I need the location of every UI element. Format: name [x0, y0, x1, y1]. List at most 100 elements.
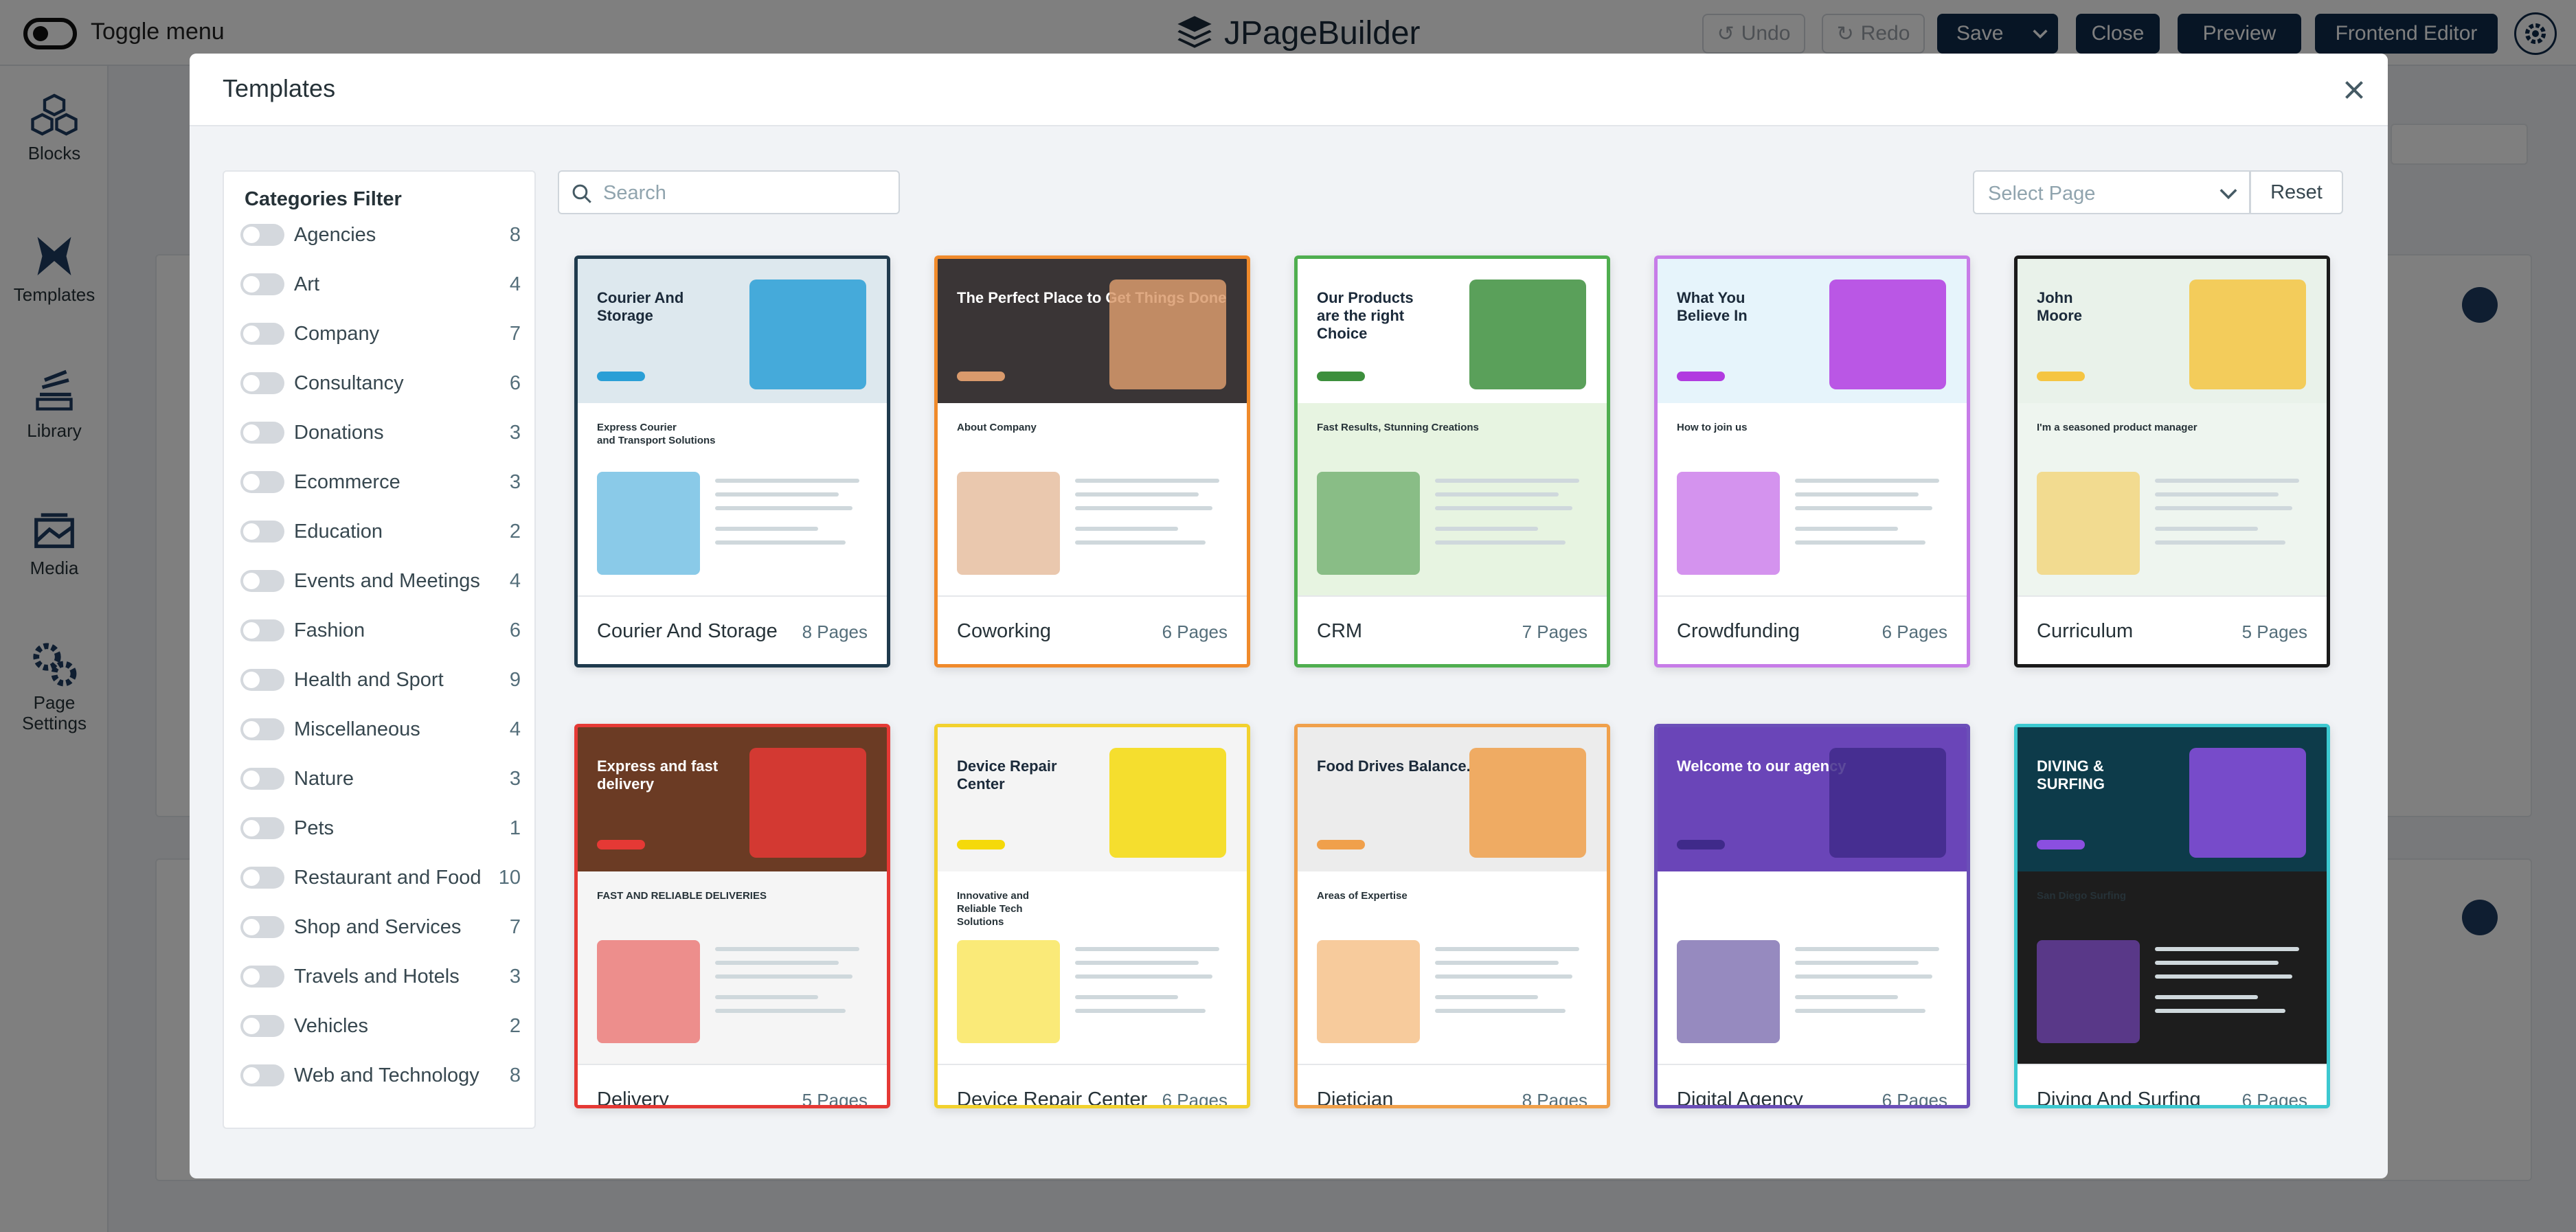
search-box[interactable]: [558, 170, 900, 214]
category-row[interactable]: Donations 3: [240, 418, 521, 448]
template-footer[interactable]: Curriculum 5 Pages: [2018, 595, 2327, 664]
templates-modal: Templates Categories Filter Agencies 8 Art…: [190, 54, 2388, 1178]
template-card[interactable]: Courier And Storage Express Courier and T…: [574, 255, 890, 668]
category-toggle[interactable]: [240, 273, 284, 295]
template-footer[interactable]: Courier And Storage 8 Pages: [578, 595, 887, 664]
template-name: Diving And Surfing: [2037, 1088, 2201, 1108]
template-page-count: 8 Pages: [1522, 1090, 1588, 1108]
category-row[interactable]: Web and Technology 8: [240, 1060, 521, 1091]
preview-cta: [1317, 840, 1365, 849]
category-toggle[interactable]: [240, 224, 284, 246]
template-footer[interactable]: Dietician 8 Pages: [1298, 1064, 1607, 1108]
category-toggle[interactable]: [240, 966, 284, 988]
template-page-count: 5 Pages: [2241, 621, 2307, 642]
category-name: Donations: [294, 422, 384, 444]
preview-cta: [1677, 372, 1725, 381]
template-preview[interactable]: DIVING & SURFING San Diego Surfing: [2018, 727, 2327, 1064]
category-name: Travels and Hotels: [294, 966, 460, 988]
category-toggle[interactable]: [240, 521, 284, 543]
category-row[interactable]: Ecommerce 3: [240, 467, 521, 497]
preview-block: [1317, 472, 1420, 575]
category-toggle[interactable]: [240, 867, 284, 889]
template-preview[interactable]: Food Drives Balance. Areas of Expertise: [1298, 727, 1607, 1064]
template-footer[interactable]: CRM 7 Pages: [1298, 595, 1607, 664]
template-card[interactable]: Food Drives Balance. Areas of Expertise Di…: [1294, 724, 1610, 1108]
template-preview[interactable]: Courier And Storage Express Courier and T…: [578, 259, 887, 595]
template-card[interactable]: Device Repair Center Innovative and Relia…: [934, 724, 1250, 1108]
preview-text-line: [1075, 479, 1219, 483]
category-row[interactable]: Education 2: [240, 516, 521, 547]
categories-filter: Categories Filter Agencies 8 Art 4 Company 7 C…: [223, 170, 536, 1129]
category-toggle[interactable]: [240, 570, 284, 592]
category-toggle[interactable]: [240, 718, 284, 740]
template-footer[interactable]: Device Repair Center 6 Pages: [938, 1064, 1247, 1108]
template-name: Courier And Storage: [597, 620, 778, 642]
template-name: Device Repair Center: [957, 1088, 1148, 1108]
preview-text-line: [1435, 540, 1566, 545]
category-count: 3: [509, 471, 521, 493]
category-toggle[interactable]: [240, 422, 284, 444]
category-row[interactable]: Nature 3: [240, 764, 521, 794]
category-row[interactable]: Health and Sport 9: [240, 665, 521, 695]
category-toggle[interactable]: [240, 619, 284, 641]
preview-subline: I'm a seasoned product manager: [2037, 422, 2197, 433]
template-preview[interactable]: Welcome to our agency: [1658, 727, 1967, 1064]
template-page-count: 6 Pages: [1882, 621, 1947, 642]
category-row[interactable]: Fashion 6: [240, 615, 521, 646]
category-toggle[interactable]: [240, 1015, 284, 1037]
preview-headline: Express and fast delivery: [597, 757, 719, 792]
category-row[interactable]: Company 7: [240, 319, 521, 349]
preview-image: [749, 748, 866, 858]
category-toggle[interactable]: [240, 471, 284, 493]
template-preview[interactable]: John Moore I'm a seasoned product manager: [2018, 259, 2327, 595]
reset-button[interactable]: Reset: [2250, 170, 2343, 214]
template-card[interactable]: What You Believe In How to join us Crowdfu…: [1654, 255, 1970, 668]
template-card[interactable]: Our Products are the right Choice Fast Re…: [1294, 255, 1610, 668]
category-count: 6: [509, 372, 521, 394]
category-row[interactable]: Vehicles 2: [240, 1011, 521, 1041]
preview-text-line: [715, 974, 852, 979]
select-page-dropdown[interactable]: Select Page: [1973, 170, 2250, 214]
template-page-count: 6 Pages: [1882, 1090, 1947, 1108]
template-footer[interactable]: Diving And Surfing 6 Pages: [2018, 1064, 2327, 1108]
template-card[interactable]: Welcome to our agency Digital Agency 6 Pag…: [1654, 724, 1970, 1108]
template-preview[interactable]: Our Products are the right Choice Fast Re…: [1298, 259, 1607, 595]
template-footer[interactable]: Coworking 6 Pages: [938, 595, 1247, 664]
preview-image: [1469, 280, 1586, 389]
category-row[interactable]: Consultancy 6: [240, 368, 521, 398]
preview-text-line: [1795, 995, 1898, 999]
category-toggle[interactable]: [240, 323, 284, 345]
preview-text-line: [1795, 540, 1925, 545]
template-preview[interactable]: What You Believe In How to join us: [1658, 259, 1967, 595]
category-toggle[interactable]: [240, 916, 284, 938]
template-card[interactable]: DIVING & SURFING San Diego Surfing Diving …: [2014, 724, 2330, 1108]
template-footer[interactable]: Digital Agency 6 Pages: [1658, 1064, 1967, 1108]
preview-block: [2037, 472, 2140, 575]
search-input[interactable]: [603, 177, 892, 209]
category-toggle[interactable]: [240, 817, 284, 839]
category-toggle[interactable]: [240, 669, 284, 691]
category-row[interactable]: Art 4: [240, 269, 521, 299]
preview-block: [957, 940, 1060, 1043]
template-footer[interactable]: Crowdfunding 6 Pages: [1658, 595, 1967, 664]
category-count: 2: [509, 1015, 521, 1037]
template-card[interactable]: The Perfect Place to Get Things Done Abou…: [934, 255, 1250, 668]
category-row[interactable]: Miscellaneous 4: [240, 714, 521, 744]
template-card[interactable]: Express and fast delivery FAST AND RELIAB…: [574, 724, 890, 1108]
category-toggle[interactable]: [240, 372, 284, 394]
category-name: Events and Meetings: [294, 570, 480, 592]
category-row[interactable]: Events and Meetings 4: [240, 566, 521, 596]
category-row[interactable]: Agencies 8: [240, 220, 521, 250]
template-card[interactable]: John Moore I'm a seasoned product manager…: [2014, 255, 2330, 668]
category-row[interactable]: Pets 1: [240, 813, 521, 843]
template-preview[interactable]: Express and fast delivery FAST AND RELIAB…: [578, 727, 887, 1064]
template-preview[interactable]: The Perfect Place to Get Things Done Abou…: [938, 259, 1247, 595]
category-row[interactable]: Restaurant and Food 10: [240, 863, 521, 893]
close-icon[interactable]: [2338, 74, 2370, 106]
category-row[interactable]: Travels and Hotels 3: [240, 961, 521, 992]
category-toggle[interactable]: [240, 768, 284, 790]
template-footer[interactable]: Delivery 5 Pages: [578, 1064, 887, 1105]
category-toggle[interactable]: [240, 1064, 284, 1086]
category-row[interactable]: Shop and Services 7: [240, 912, 521, 942]
template-preview[interactable]: Device Repair Center Innovative and Relia…: [938, 727, 1247, 1064]
